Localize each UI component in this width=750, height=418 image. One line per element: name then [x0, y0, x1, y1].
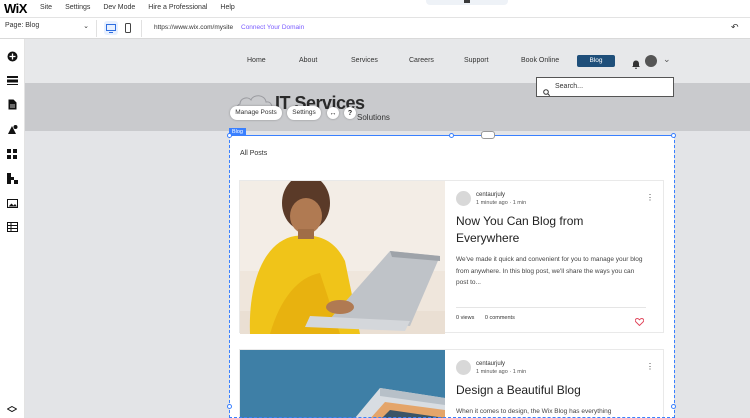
top-center-tab[interactable]	[426, 0, 508, 5]
nav-support[interactable]: Support	[464, 57, 489, 64]
menu-item-help[interactable]: Help	[220, 4, 234, 11]
layers-icon[interactable]	[6, 404, 18, 416]
nav-about[interactable]: About	[299, 57, 317, 64]
desktop-icon	[106, 23, 116, 33]
nav-careers[interactable]: Careers	[409, 57, 434, 64]
settings-button[interactable]: Settings	[287, 106, 321, 120]
resize-handle[interactable]	[671, 404, 676, 409]
divider	[96, 20, 97, 37]
help-icon[interactable]: ?	[344, 107, 356, 119]
site-url: https://www.wix.com/mysite	[154, 24, 234, 31]
menu-item-dev-mode[interactable]: Dev Mode	[103, 4, 135, 11]
site-url-bar[interactable]: https://www.wix.com/mysite Connect Your …	[146, 21, 716, 35]
pages-icon[interactable]	[6, 98, 18, 110]
theme-design-icon[interactable]	[6, 123, 18, 135]
stretch-icon[interactable]: ↔	[327, 107, 339, 119]
page-selector[interactable]: Page: Blog ⌄	[5, 22, 91, 35]
hero-subtitle[interactable]: Solutions	[357, 113, 390, 122]
menu-item-settings[interactable]: Settings	[65, 4, 90, 11]
business-tools-icon[interactable]	[6, 172, 18, 184]
search-icon	[543, 83, 551, 101]
member-avatar-icon[interactable]	[645, 55, 657, 67]
nav-book-online[interactable]: Book Online	[521, 57, 559, 64]
undo-icon[interactable]: ↶	[731, 22, 739, 33]
search-placeholder: Search...	[555, 83, 584, 90]
desktop-view-button[interactable]	[104, 21, 118, 35]
main-menu: Site Settings Dev Mode Hire a Profession…	[40, 4, 248, 11]
site-search-input[interactable]: Search...	[536, 77, 674, 97]
manage-posts-button[interactable]: Manage Posts	[230, 106, 282, 120]
blog-selection-frame[interactable]	[229, 135, 675, 418]
mobile-view-button[interactable]	[121, 21, 135, 35]
divider	[141, 20, 142, 37]
bell-icon[interactable]	[632, 56, 640, 74]
media-icon[interactable]	[6, 197, 18, 209]
editor-toolbar: Page: Blog ⌄ https://www.wix.com/mysite …	[0, 18, 750, 39]
menu-item-site[interactable]: Site	[40, 4, 52, 11]
chevron-down-icon[interactable]: ⌄	[663, 54, 671, 65]
wix-logo[interactable]: WiX	[4, 1, 27, 16]
nav-services[interactable]: Services	[351, 57, 378, 64]
page-selector-label: Page: Blog	[5, 22, 40, 29]
mobile-icon	[125, 23, 131, 33]
top-menu-bar: WiX Site Settings Dev Mode Hire a Profes…	[0, 0, 750, 18]
cms-table-icon[interactable]	[6, 221, 18, 233]
connect-domain-link[interactable]: Connect Your Domain	[241, 24, 304, 31]
resize-handle[interactable]	[449, 133, 454, 138]
add-section-icon[interactable]	[6, 74, 18, 86]
chevron-down-icon: ⌄	[83, 23, 89, 30]
nav-blog-active[interactable]: Blog	[577, 55, 615, 67]
resize-handle[interactable]	[227, 404, 232, 409]
add-elements-icon[interactable]	[6, 50, 18, 62]
add-apps-icon[interactable]	[6, 148, 18, 160]
resize-handle[interactable]	[227, 133, 232, 138]
nav-home[interactable]: Home	[247, 57, 266, 64]
resize-handle[interactable]	[671, 133, 676, 138]
left-tool-sidebar	[0, 39, 25, 418]
anchor-handle-icon[interactable]	[481, 131, 495, 139]
editor-canvas[interactable]: Home About Services Careers Support Book…	[25, 39, 750, 418]
menu-item-hire-professional[interactable]: Hire a Professional	[148, 4, 207, 11]
